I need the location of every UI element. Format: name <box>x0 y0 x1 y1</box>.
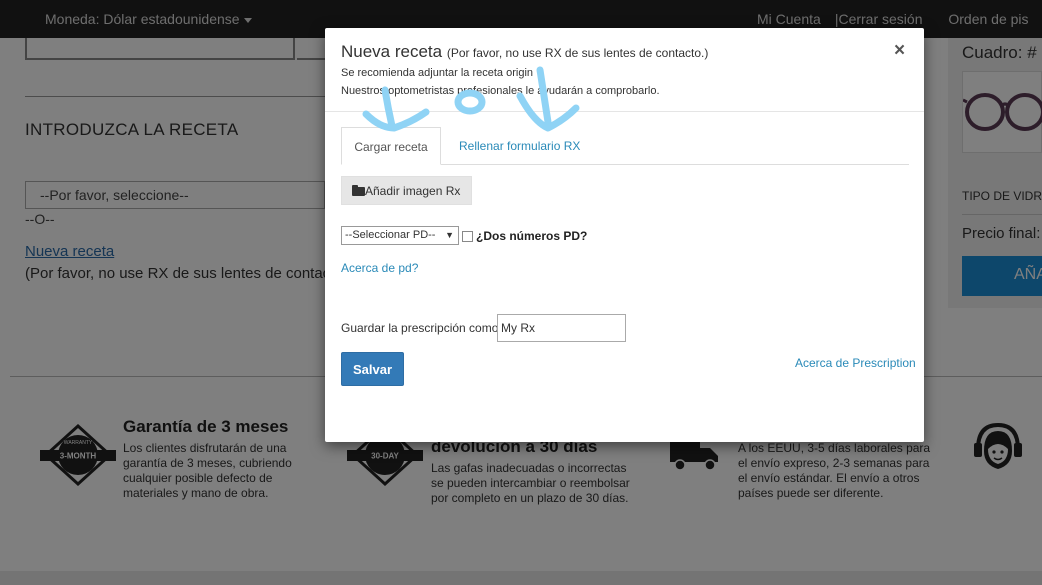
save-as-label: Guardar la prescripción como: <box>341 321 502 335</box>
prescription-tabs: Cargar receta Rellenar formulario RX <box>341 127 909 165</box>
modal-divider <box>325 111 924 112</box>
two-pd-label[interactable]: ¿Dos números PD? <box>476 229 587 243</box>
close-icon[interactable]: × <box>894 40 905 62</box>
add-rx-image-button[interactable]: Añadir imagen Rx <box>341 176 472 205</box>
save-button[interactable]: Salvar <box>341 352 404 386</box>
add-rx-image-label: Añadir imagen Rx <box>365 184 461 198</box>
modal-title: Nueva receta (Por favor, no use RX de su… <box>341 42 708 62</box>
tab-upload-prescription[interactable]: Cargar receta <box>341 127 441 165</box>
tab-fill-rx-form[interactable]: Rellenar formulario RX <box>459 127 580 165</box>
two-pd-checkbox[interactable] <box>462 231 473 242</box>
prescription-name-input[interactable]: My Rx <box>497 314 626 342</box>
folder-open-icon <box>352 185 365 196</box>
pd-select-value: --Seleccionar PD-- <box>345 229 436 241</box>
pd-select[interactable]: --Seleccionar PD-- ▼ <box>341 226 459 245</box>
modal-title-text: Nueva receta <box>341 42 443 61</box>
modal-info-line: Nuestros optometristas profesionales le … <box>341 85 660 97</box>
modal-title-note: (Por favor, no use RX de sus lentes de c… <box>446 46 709 60</box>
about-prescription-link[interactable]: Acerca de Prescription <box>795 356 916 370</box>
caret-down-icon: ▼ <box>445 230 454 240</box>
about-pd-link[interactable]: Acerca de pd? <box>341 261 418 275</box>
modal-info-line: Se recomienda adjuntar la receta origin <box>341 67 534 79</box>
new-prescription-modal: Nueva receta (Por favor, no use RX de su… <box>325 28 924 442</box>
